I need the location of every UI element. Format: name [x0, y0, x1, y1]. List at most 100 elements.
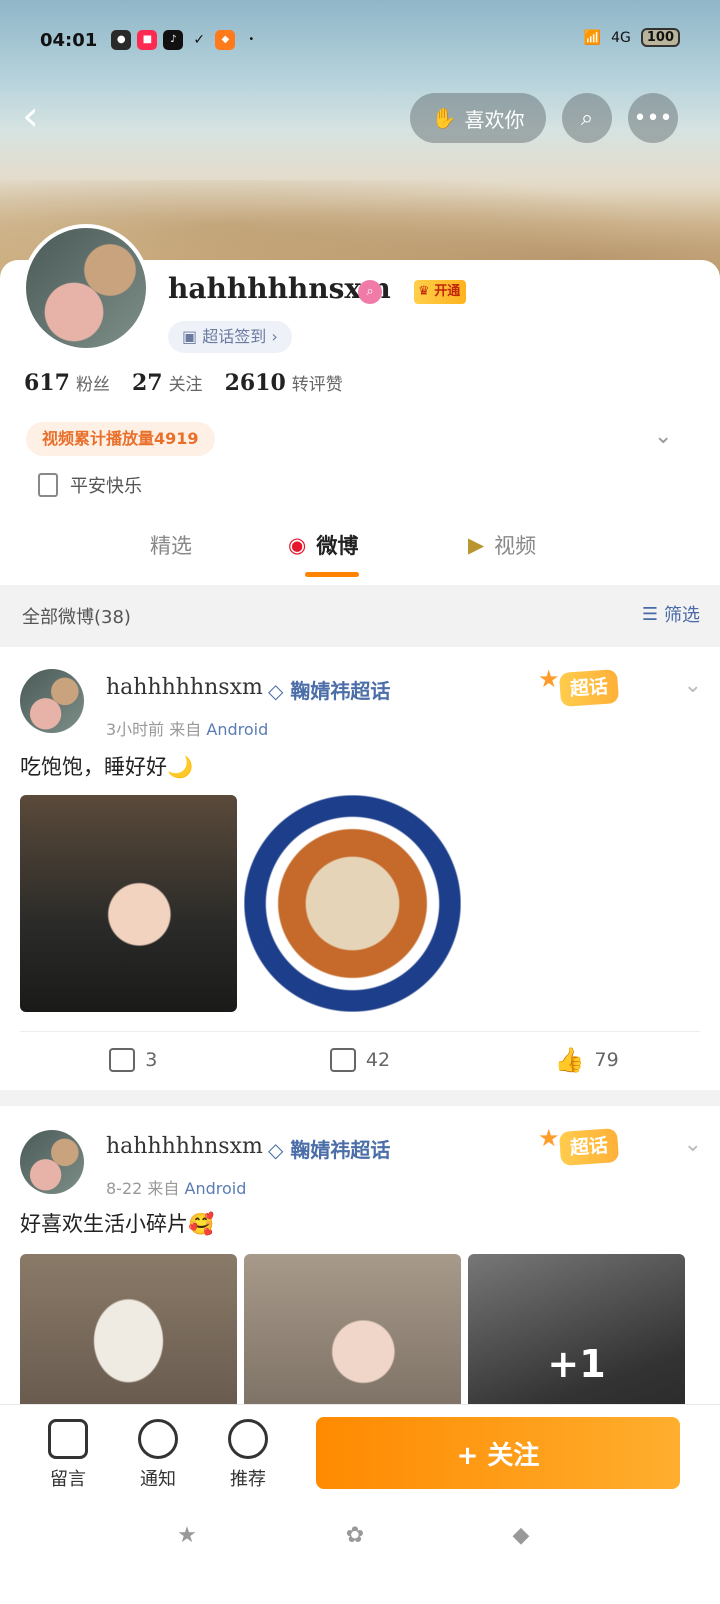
- tab-label: 精选: [150, 534, 192, 558]
- post-time: 3小时前: [106, 720, 165, 739]
- profile-tabs: 精选 ◉ 微博 ▶ 视频: [0, 530, 720, 586]
- play-count-badge: 视频累计播放量4919: [26, 422, 215, 456]
- chevron-down-icon[interactable]: ⌄: [684, 1132, 702, 1157]
- more-icon: •••: [633, 105, 673, 131]
- fish-nav-icon[interactable]: ◆: [506, 1523, 536, 1548]
- like-you-label: 喜欢你: [464, 107, 525, 132]
- filter-icon: ☰: [641, 603, 658, 625]
- stat-number: 27: [131, 370, 163, 396]
- post-meta: 3小时前 来自 Android: [106, 716, 268, 740]
- tab-video[interactable]: ▶ 视频: [468, 530, 536, 560]
- filter-button[interactable]: ☰ 筛选: [642, 601, 700, 627]
- comment-button[interactable]: 42: [247, 1032, 474, 1087]
- follow-button[interactable]: + 关注: [316, 1417, 680, 1489]
- weibo-icon: ◉: [288, 533, 307, 557]
- topic-label: 鞠婧祎超话: [290, 679, 391, 703]
- post-from: 来自: [169, 720, 202, 739]
- stat-following[interactable]: 27 关注: [132, 370, 203, 396]
- status-right: 📶 4G 100: [584, 28, 680, 47]
- topic-label: 鞠婧祎超话: [290, 1138, 391, 1162]
- star-icon: ★: [538, 665, 560, 693]
- xiaohongshu-icon: ■: [137, 30, 158, 50]
- message-icon: [48, 1419, 88, 1459]
- share-icon: [109, 1047, 136, 1072]
- post-avatar[interactable]: [20, 669, 84, 733]
- comment-icon: [329, 1047, 356, 1072]
- document-icon: [38, 473, 58, 497]
- filter-bar: 全部微博(38) ☰ 筛选: [0, 585, 720, 645]
- post-image[interactable]: [20, 795, 237, 1012]
- crown-icon: ♛: [418, 284, 430, 299]
- calendar-icon: ▣: [182, 327, 198, 346]
- recommend-button[interactable]: 推荐: [218, 1419, 278, 1491]
- search-button[interactable]: ⌕: [562, 93, 612, 143]
- bottom-action-bar: 留言 通知 推荐 + 关注 ★ ✿ ◆: [0, 1404, 720, 1604]
- douyin-icon: ♪: [163, 30, 184, 50]
- search-icon: ⌕: [580, 105, 594, 131]
- post-meta: 8-22 来自 Android: [106, 1175, 246, 1199]
- play-icon: ▶: [468, 533, 485, 557]
- chaohua-label: 超话: [558, 669, 620, 707]
- repost-button[interactable]: 3: [20, 1032, 247, 1087]
- tab-underline: [305, 572, 359, 577]
- chaohua-sticker[interactable]: ★ 超话: [538, 665, 648, 709]
- post-image[interactable]: [20, 1254, 237, 1404]
- repost-count: 3: [145, 1048, 158, 1071]
- all-posts-label: 全部微博(38): [22, 607, 131, 628]
- diamond-icon: ◇: [268, 679, 284, 703]
- post-source: Android: [206, 720, 269, 739]
- post-image[interactable]: [244, 795, 461, 1012]
- recommend-label: 推荐: [230, 1469, 266, 1490]
- post-image[interactable]: [244, 1254, 461, 1404]
- message-button[interactable]: 留言: [38, 1419, 98, 1491]
- like-you-button[interactable]: ✋ 喜欢你: [410, 93, 546, 143]
- bio-text: 平安快乐: [70, 476, 142, 497]
- more-button[interactable]: •••: [628, 93, 678, 143]
- post-actions: 3 42 👍 79: [20, 1031, 700, 1087]
- comment-count: 42: [365, 1048, 391, 1071]
- stat-fans[interactable]: 617 粉丝: [24, 370, 110, 396]
- bell-icon: [138, 1419, 178, 1459]
- chevron-down-icon[interactable]: ⌄: [684, 673, 702, 698]
- wechat-icon: ●: [111, 30, 132, 50]
- tab-featured[interactable]: 精选: [150, 530, 192, 560]
- tab-label: 微博: [316, 534, 359, 558]
- post-time: 8-22: [106, 1179, 143, 1198]
- post-topic[interactable]: ◇ 鞠婧祎超话: [268, 1134, 390, 1163]
- vip-badge[interactable]: ♛ 开通: [414, 280, 467, 304]
- search-badge-icon[interactable]: ⌕: [358, 280, 382, 304]
- back-button[interactable]: ‹: [22, 95, 62, 138]
- post-from: 来自: [147, 1179, 180, 1198]
- stat-label: 关注: [168, 375, 203, 395]
- check-icon: ✓: [193, 32, 206, 48]
- stat-label: 转评赞: [291, 375, 343, 395]
- network-label: 4G: [611, 29, 631, 46]
- avatar[interactable]: [22, 224, 150, 352]
- stat-number: 617: [24, 370, 70, 396]
- notify-button[interactable]: 通知: [128, 1419, 188, 1491]
- post-source: Android: [184, 1179, 247, 1198]
- vip-label: 开通: [434, 284, 461, 299]
- post-text: 好喜欢生活小碎片🥰: [20, 1212, 215, 1236]
- post-topic[interactable]: ◇ 鞠婧祎超话: [268, 675, 390, 704]
- chevron-down-icon[interactable]: ⌄: [654, 424, 672, 449]
- tab-label: 视频: [494, 534, 537, 558]
- post-card[interactable]: hahhhhhnsxm ◇ 鞠婧祎超话 3小时前 来自 Android ★ 超话…: [0, 647, 720, 1090]
- checkin-button[interactable]: ▣ 超话签到 ›: [168, 321, 292, 353]
- tab-weibo[interactable]: ◉ 微博: [288, 530, 358, 560]
- checkin-label: 超话签到: [202, 327, 267, 346]
- dot-icon: •: [248, 34, 255, 45]
- paw-nav-icon[interactable]: ✿: [340, 1523, 370, 1548]
- post-image[interactable]: +1: [468, 1254, 685, 1404]
- chevron-left-icon: ‹: [22, 91, 39, 140]
- post-card[interactable]: hahhhhhnsxm ◇ 鞠婧祎超话 8-22 来自 Android ★ 超话…: [0, 1106, 720, 1404]
- post-avatar[interactable]: [20, 1130, 84, 1194]
- stat-interactions[interactable]: 2610 转评赞: [225, 370, 343, 396]
- filter-label: 筛选: [664, 605, 700, 626]
- star-nav-icon[interactable]: ★: [172, 1523, 202, 1548]
- chevron-right-icon: ›: [271, 327, 278, 346]
- post-username[interactable]: hahhhhhnsxm: [106, 675, 263, 700]
- like-button[interactable]: 👍 79: [473, 1032, 700, 1087]
- post-username[interactable]: hahhhhhnsxm: [106, 1134, 263, 1159]
- chaohua-sticker[interactable]: ★ 超话: [538, 1124, 648, 1168]
